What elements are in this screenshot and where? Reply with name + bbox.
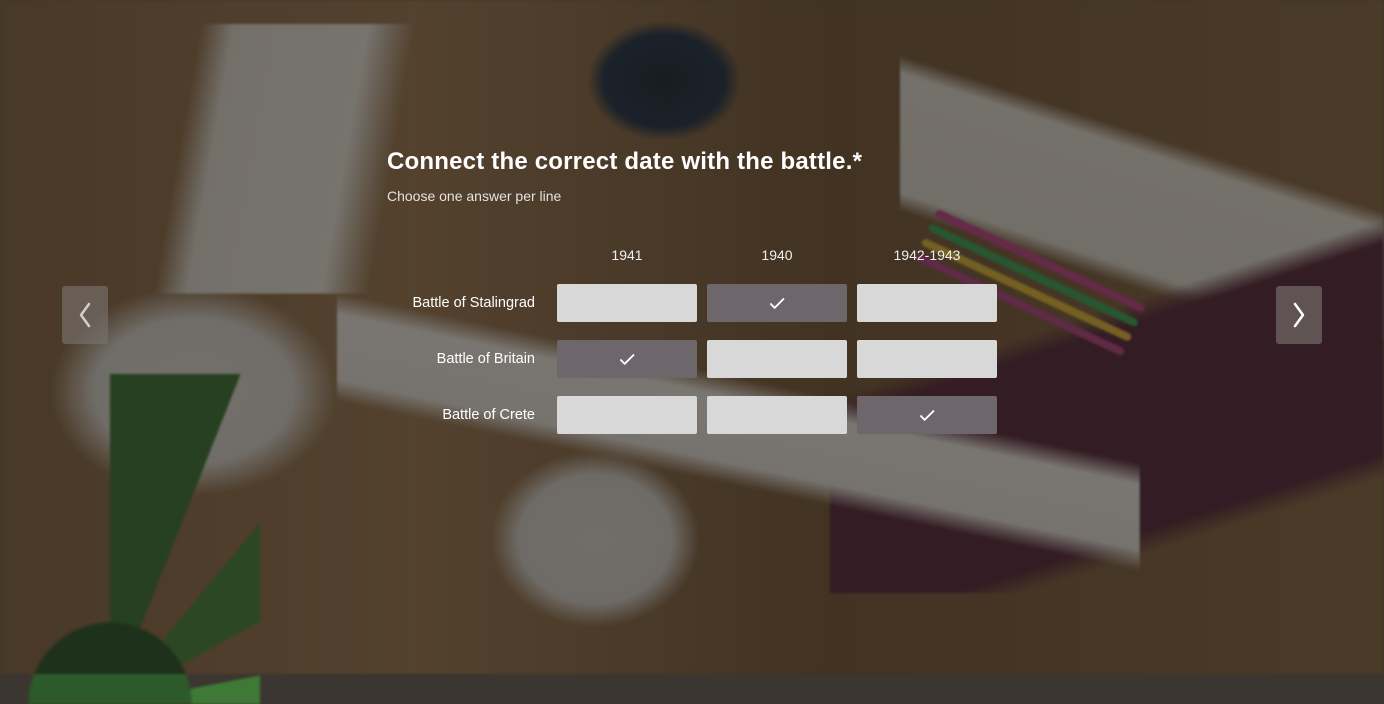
column-header: 1940 xyxy=(707,244,847,266)
check-icon xyxy=(617,349,637,369)
row-header: Battle of Crete xyxy=(387,406,547,424)
matrix-cell[interactable] xyxy=(857,340,997,378)
matrix-cell[interactable] xyxy=(857,284,997,322)
matrix-cell[interactable] xyxy=(707,284,847,322)
matrix-cell[interactable] xyxy=(857,396,997,434)
column-header: 1941 xyxy=(557,244,697,266)
column-header: 1942-1943 xyxy=(857,244,997,266)
question-title: Connect the correct date with the battle… xyxy=(387,148,997,176)
matrix-cell[interactable] xyxy=(557,284,697,322)
answer-matrix: 1941 1940 1942-1943 Battle of Stalingrad… xyxy=(387,244,997,434)
question-subtitle: Choose one answer per line xyxy=(387,188,997,204)
matrix-cell[interactable] xyxy=(557,340,697,378)
row-header: Battle of Stalingrad xyxy=(387,294,547,312)
question-card: Connect the correct date with the battle… xyxy=(387,148,997,434)
row-header: Battle of Britain xyxy=(387,350,547,368)
matrix-cell[interactable] xyxy=(707,340,847,378)
matrix-cell[interactable] xyxy=(707,396,847,434)
check-icon xyxy=(917,405,937,425)
matrix-cell[interactable] xyxy=(557,396,697,434)
check-icon xyxy=(767,293,787,313)
